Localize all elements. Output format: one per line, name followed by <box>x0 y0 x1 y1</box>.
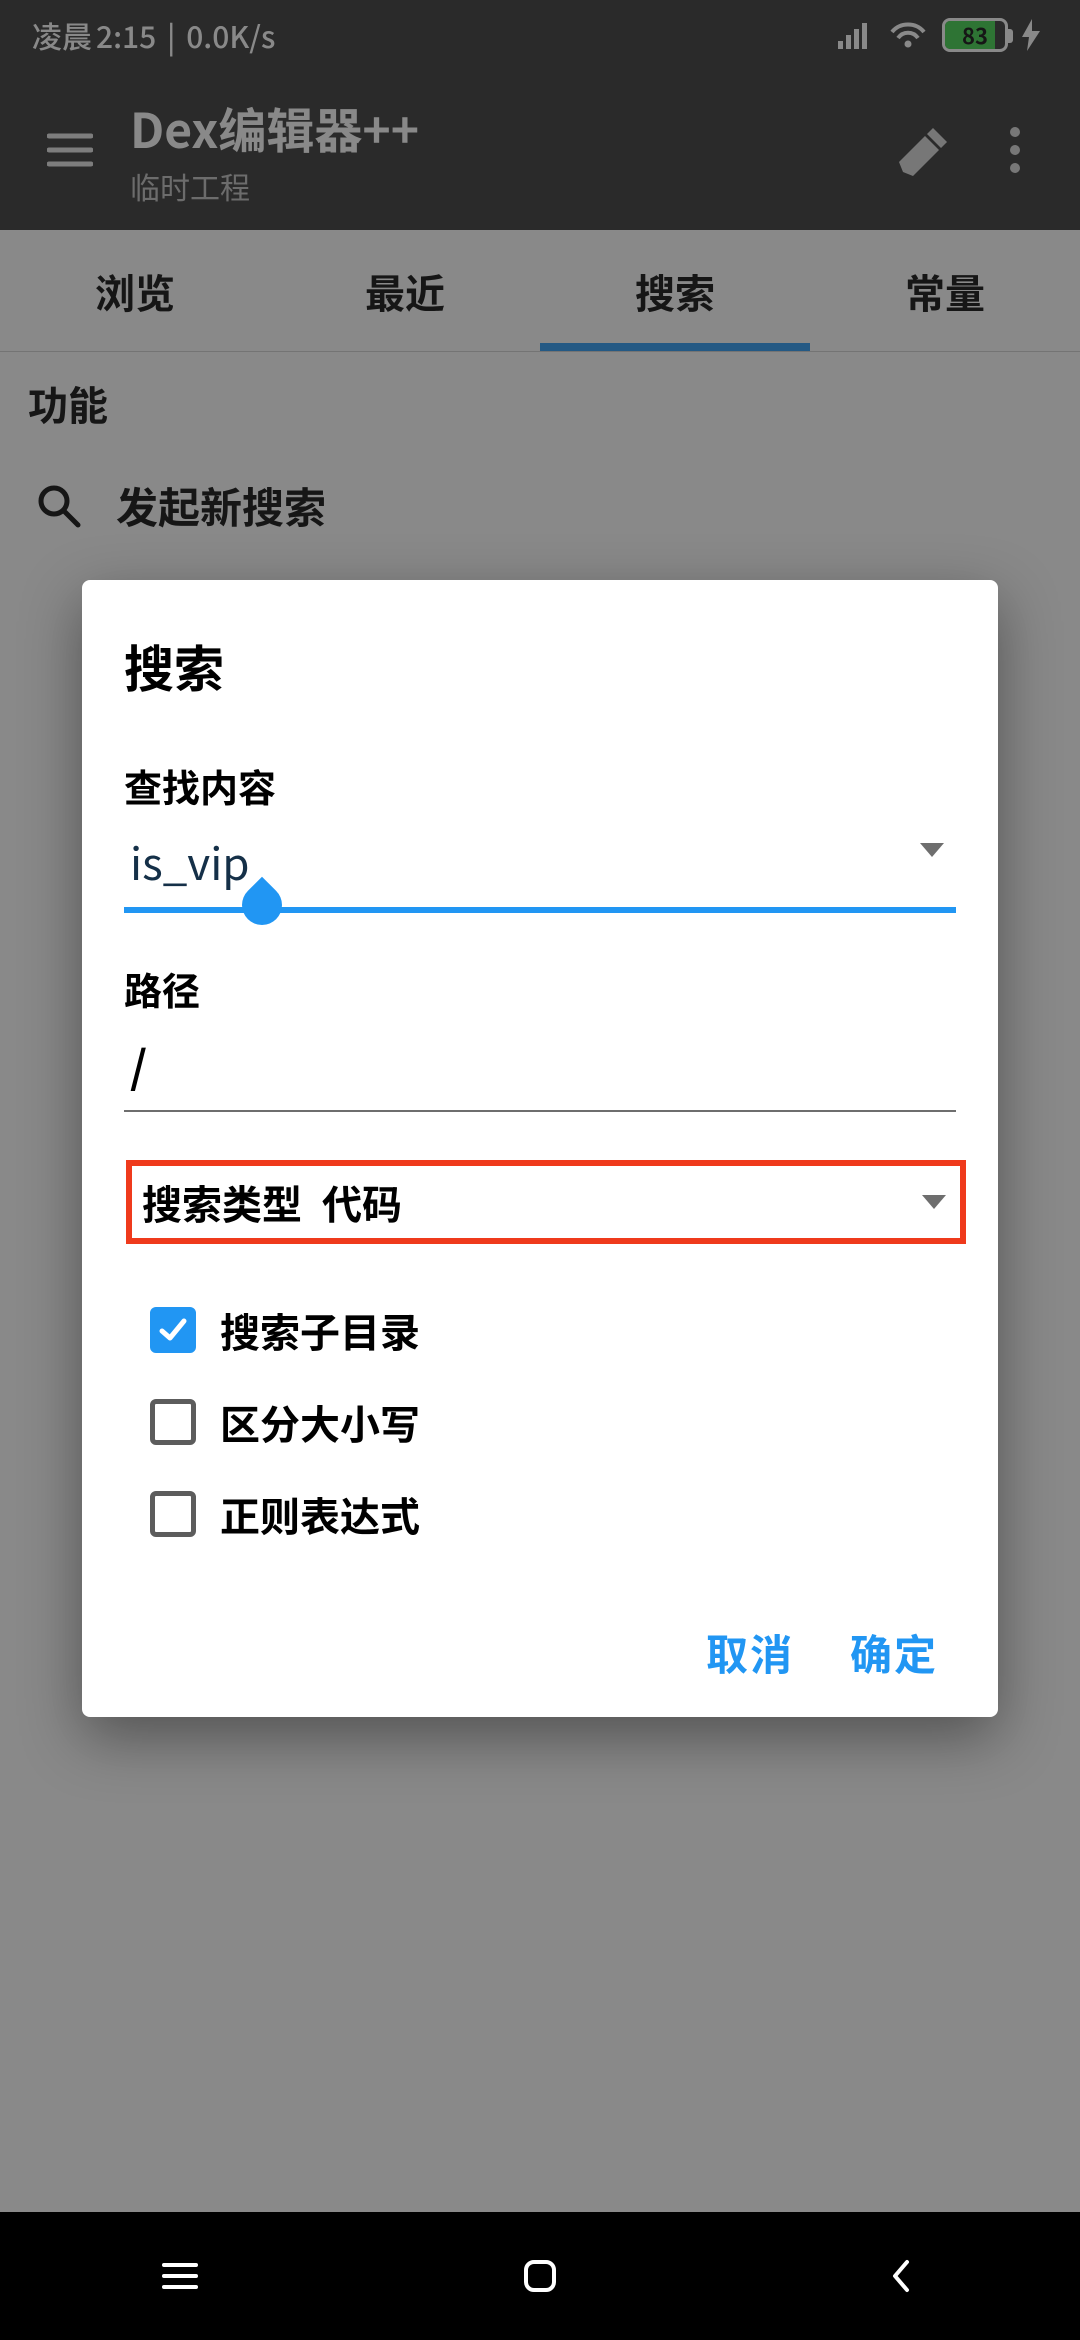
search-type-label: 搜索类型 <box>142 1173 302 1231</box>
ok-button[interactable]: 确定 <box>850 1622 938 1683</box>
checkbox-subdirs[interactable] <box>150 1307 196 1353</box>
checkbox-row-subdirs[interactable]: 搜索子目录 <box>150 1284 956 1376</box>
cancel-button[interactable]: 取消 <box>706 1622 794 1683</box>
path-label: 路径 <box>124 961 956 1016</box>
checkbox-regex[interactable] <box>150 1491 196 1537</box>
path-input[interactable] <box>124 1022 956 1112</box>
checkbox-case-label: 区分大小写 <box>220 1393 420 1451</box>
search-dialog: 搜索 查找内容 路径 搜索类型 代码 搜索子目录 区分大小写 <box>82 580 998 1717</box>
checkbox-subdirs-label: 搜索子目录 <box>220 1301 420 1359</box>
search-type-value: 代码 <box>322 1173 402 1231</box>
system-nav-bar <box>0 2212 1080 2340</box>
chevron-down-icon <box>922 1195 946 1209</box>
find-label: 查找内容 <box>124 758 956 813</box>
find-history-dropdown-icon[interactable] <box>920 843 944 857</box>
nav-back-button[interactable] <box>840 2236 960 2316</box>
nav-home-button[interactable] <box>480 2236 600 2316</box>
dialog-title: 搜索 <box>124 630 956 702</box>
checkbox-row-regex[interactable]: 正则表达式 <box>150 1468 956 1560</box>
checkbox-case[interactable] <box>150 1399 196 1445</box>
nav-recents-button[interactable] <box>120 2236 240 2316</box>
search-type-dropdown[interactable]: 搜索类型 代码 <box>126 1160 966 1244</box>
checkbox-row-case[interactable]: 区分大小写 <box>150 1376 956 1468</box>
checkbox-regex-label: 正则表达式 <box>220 1485 420 1543</box>
